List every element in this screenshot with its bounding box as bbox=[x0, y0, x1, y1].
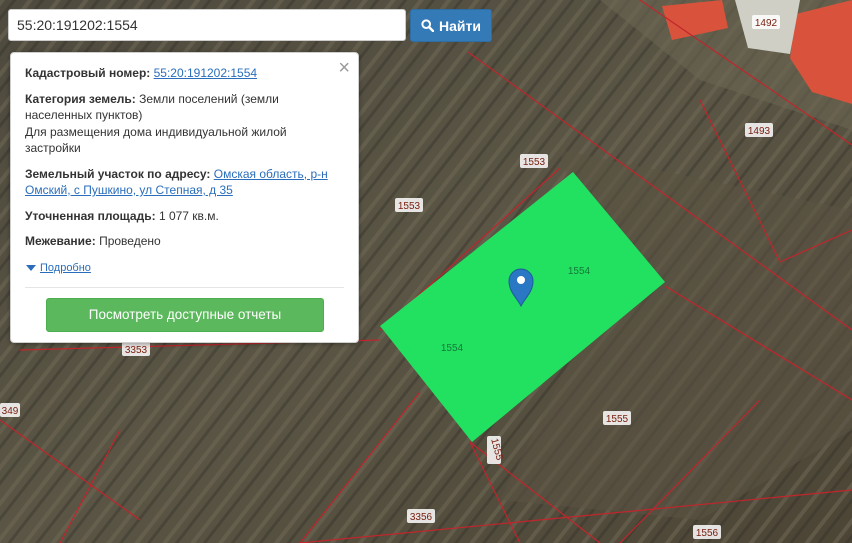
view-reports-button[interactable]: Посмотреть доступные отчеты bbox=[46, 298, 324, 332]
survey-row: Межевание: Проведено bbox=[25, 233, 344, 250]
search-input[interactable] bbox=[8, 9, 406, 41]
svg-text:349: 349 bbox=[2, 406, 19, 417]
caret-down-icon bbox=[26, 264, 36, 271]
parcel-label-1553-top: 1553 bbox=[520, 154, 548, 168]
land-category-label: Категория земель: bbox=[25, 91, 136, 106]
close-icon[interactable]: × bbox=[338, 58, 350, 78]
area-row: Уточненная площадь: 1 077 кв.м. bbox=[25, 208, 344, 225]
parcel-label-3353: 3353 bbox=[122, 342, 150, 356]
parcel-label-3356: 3356 bbox=[407, 509, 435, 523]
svg-text:1556: 1556 bbox=[696, 528, 719, 539]
address-row: Земельный участок по адресу: Омская обла… bbox=[25, 166, 344, 199]
address-label: Земельный участок по адресу: bbox=[25, 166, 211, 181]
survey-label: Межевание: bbox=[25, 234, 96, 248]
cadastral-number-row: Кадастровый номер: 55:20:191202:1554 bbox=[25, 65, 344, 82]
land-purpose: Для размещения дома индивидуальной жилой… bbox=[25, 124, 287, 156]
parcel-label-1553-left: 1553 bbox=[395, 198, 423, 212]
parcel-info-panel: × Кадастровый номер: 55:20:191202:1554 К… bbox=[10, 52, 359, 343]
svg-text:3356: 3356 bbox=[410, 512, 433, 523]
parcel-label-1554-left: 1554 bbox=[441, 343, 464, 354]
land-category-row: Категория земель: Земли поселений (земли… bbox=[25, 91, 344, 157]
svg-text:1553: 1553 bbox=[523, 157, 546, 168]
svg-text:1554: 1554 bbox=[568, 266, 591, 277]
svg-text:3353: 3353 bbox=[125, 345, 148, 356]
cadastral-number-label: Кадастровый номер: bbox=[25, 66, 151, 80]
parcel-label-1493: 1493 bbox=[745, 123, 773, 137]
parcel-label-1556: 1556 bbox=[693, 525, 721, 539]
search-icon bbox=[421, 19, 435, 32]
svg-text:1493: 1493 bbox=[748, 126, 771, 137]
search-button-label: Найти bbox=[439, 17, 481, 34]
panel-divider bbox=[25, 287, 344, 288]
svg-text:1553: 1553 bbox=[398, 201, 421, 212]
parcel-label-1492: 1492 bbox=[752, 15, 780, 29]
parcel-label-349: 349 bbox=[0, 403, 20, 417]
svg-text:1555: 1555 bbox=[606, 414, 629, 425]
svg-text:1554: 1554 bbox=[441, 343, 464, 354]
details-toggle[interactable]: Подробно bbox=[25, 260, 344, 277]
parcel-label-1554-right: 1554 bbox=[568, 266, 591, 277]
parcel-label-1555: 1555 bbox=[603, 411, 631, 425]
details-link[interactable]: Подробно bbox=[40, 260, 91, 277]
area-label: Уточненная площадь: bbox=[25, 208, 156, 223]
survey-value: Проведено bbox=[99, 234, 161, 248]
cadastral-number-link[interactable]: 55:20:191202:1554 bbox=[154, 66, 257, 80]
area-value: 1 077 кв.м. bbox=[158, 208, 219, 223]
search-button[interactable]: Найти bbox=[410, 9, 492, 42]
svg-text:1492: 1492 bbox=[755, 18, 778, 29]
